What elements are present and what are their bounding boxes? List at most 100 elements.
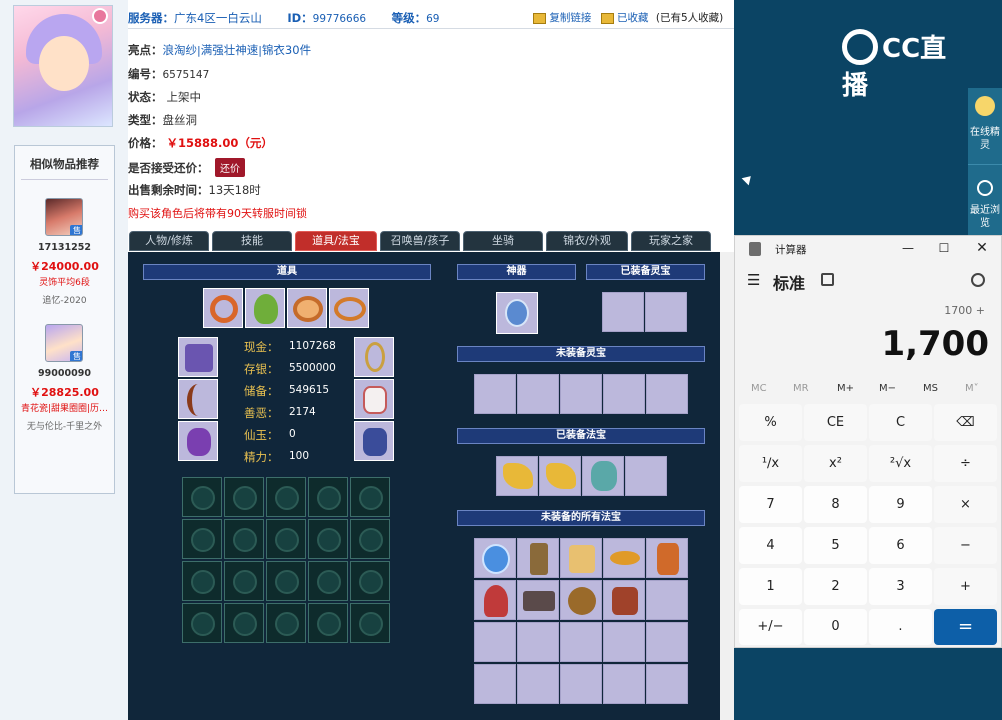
spirit-slot[interactable] [474,374,516,414]
tab-character[interactable]: 人物/修炼 [129,231,209,251]
inventory-slot[interactable] [182,603,222,643]
spirit-slot[interactable] [602,292,644,332]
inventory-slot[interactable] [350,561,390,601]
equipment-slot[interactable] [245,288,285,328]
add-button[interactable]: + [934,568,997,605]
clear-entry-button[interactable]: CE [804,404,867,441]
fabao-slot[interactable] [560,622,602,662]
similar-item-id[interactable]: 99000090 [15,368,114,379]
inventory-slot[interactable] [350,603,390,643]
subtract-button[interactable]: − [934,527,997,564]
inventory-slot[interactable] [350,477,390,517]
backspace-button[interactable]: ⌫ [934,404,997,441]
maximize-button[interactable]: ☐ [931,238,957,258]
favorite-button[interactable]: 已收藏 [617,12,649,24]
negate-button[interactable]: +/− [739,609,802,645]
fabao-slot[interactable] [603,580,645,620]
equipment-slot[interactable] [178,337,218,377]
inventory-slot[interactable] [266,561,306,601]
memory-store-button[interactable]: MS [923,383,938,394]
digit-3-button[interactable]: 3 [869,568,932,605]
online-spirit-button[interactable]: 在线精灵 [968,126,1002,152]
digit-1-button[interactable]: 1 [739,568,802,605]
equipment-slot[interactable] [354,421,394,461]
percent-button[interactable]: % [739,404,802,441]
equipment-slot[interactable] [287,288,327,328]
square-button[interactable]: x² [804,445,867,482]
page-scrollbar[interactable] [720,252,734,720]
tab-mounts[interactable]: 坐骑 [463,231,543,251]
similar-item-id[interactable]: 17131252 [15,242,114,253]
spirit-slot[interactable] [517,374,559,414]
fabao-slot[interactable] [582,456,624,496]
fabao-slot[interactable] [603,538,645,578]
minimize-button[interactable]: — [895,238,921,258]
digit-4-button[interactable]: 4 [739,527,802,564]
fabao-slot[interactable] [496,456,538,496]
equipment-slot[interactable] [329,288,369,328]
inventory-slot[interactable] [182,561,222,601]
fabao-slot[interactable] [646,622,688,662]
hamburger-menu-icon[interactable]: ☰ [747,273,760,288]
fabao-slot[interactable] [646,580,688,620]
inventory-slot[interactable] [224,561,264,601]
fabao-slot[interactable] [474,622,516,662]
fabao-slot[interactable] [517,622,559,662]
fabao-slot[interactable] [603,664,645,704]
bargain-button[interactable]: 还价 [215,158,245,177]
fabao-slot[interactable] [474,664,516,704]
close-button[interactable]: ✕ [969,238,995,258]
equipment-slot[interactable] [354,379,394,419]
memory-subtract-button[interactable]: M− [879,383,896,394]
memory-clear-button[interactable]: MC [751,383,767,394]
keep-on-top-icon[interactable] [821,273,834,286]
spirit-slot[interactable] [646,374,688,414]
memory-add-button[interactable]: M+ [837,383,854,394]
digit-9-button[interactable]: 9 [869,486,932,523]
similar-item-avatar[interactable]: 售 [45,324,83,362]
inventory-slot[interactable] [266,519,306,559]
spirit-slot[interactable] [645,292,687,332]
inventory-slot[interactable] [224,477,264,517]
artifact-slot[interactable] [496,292,538,334]
spirit-slot[interactable] [560,374,602,414]
sqrt-button[interactable]: ²√x [869,445,932,482]
equipment-slot[interactable] [354,337,394,377]
tab-player-home[interactable]: 玩家之家 [631,231,711,251]
fabao-slot[interactable] [646,664,688,704]
digit-7-button[interactable]: 7 [739,486,802,523]
inventory-slot[interactable] [308,477,348,517]
digit-6-button[interactable]: 6 [869,527,932,564]
tab-items-fabao[interactable]: 道具/法宝 [295,231,377,251]
digit-5-button[interactable]: 5 [804,527,867,564]
fabao-slot[interactable] [474,538,516,578]
inventory-slot[interactable] [266,603,306,643]
reciprocal-button[interactable]: ¹∕x [739,445,802,482]
digit-8-button[interactable]: 8 [804,486,867,523]
inventory-slot[interactable] [308,519,348,559]
inventory-slot[interactable] [266,477,306,517]
copy-link-button[interactable]: 复制链接 [549,12,591,24]
inventory-slot[interactable] [350,519,390,559]
fabao-slot[interactable] [474,580,516,620]
fabao-slot[interactable] [625,456,667,496]
similar-item-avatar[interactable]: 售 [45,198,83,236]
multiply-button[interactable]: × [934,486,997,523]
tab-skills[interactable]: 技能 [212,231,292,251]
digit-2-button[interactable]: 2 [804,568,867,605]
equipment-slot[interactable] [178,379,218,419]
fabao-slot[interactable] [560,580,602,620]
inventory-slot[interactable] [224,603,264,643]
inventory-slot[interactable] [224,519,264,559]
equipment-slot[interactable] [203,288,243,328]
equals-button[interactable]: = [934,609,997,645]
inventory-slot[interactable] [182,477,222,517]
inventory-slot[interactable] [308,561,348,601]
digit-0-button[interactable]: 0 [804,609,867,645]
fabao-slot[interactable] [603,622,645,662]
inventory-slot[interactable] [182,519,222,559]
history-icon[interactable] [971,273,985,287]
fabao-slot[interactable] [517,580,559,620]
recent-browse-button[interactable]: 最近浏览 [968,204,1002,230]
clear-button[interactable]: C [869,404,932,441]
